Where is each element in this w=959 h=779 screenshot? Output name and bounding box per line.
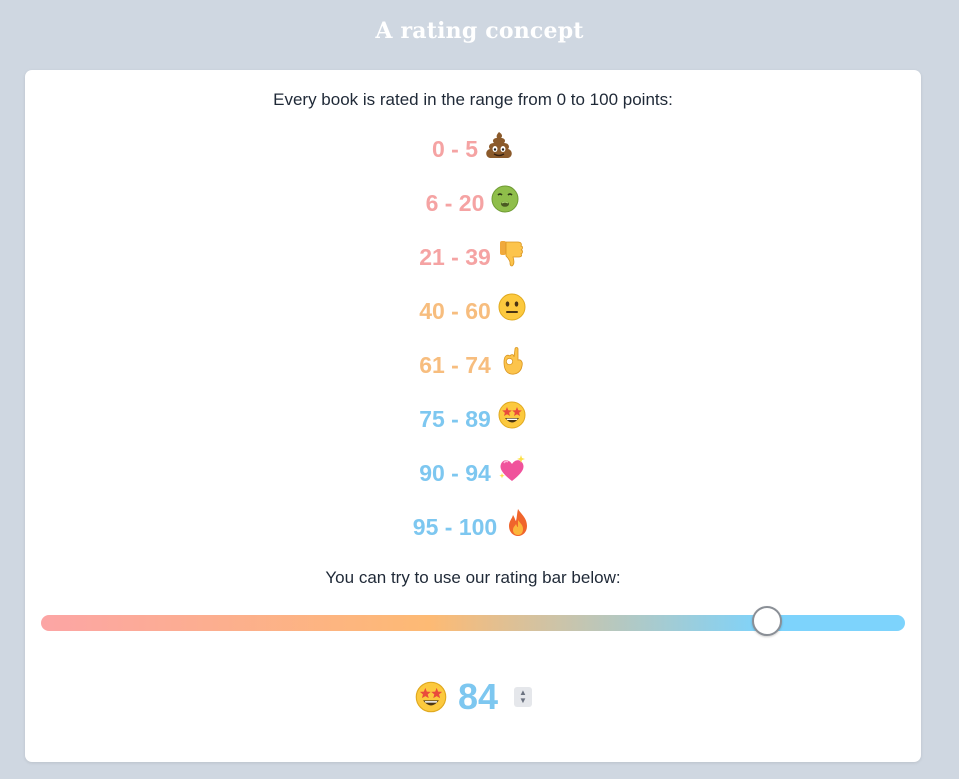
range-row-61-74: 61 - 74 — [25, 338, 921, 392]
neutral-face-icon — [497, 292, 527, 322]
range-label: 90 - 94 — [419, 459, 491, 486]
rating-value-row: 84 ▲ ▼ — [25, 672, 921, 722]
slider-thumb[interactable] — [751, 606, 782, 636]
range-row-40-60: 40 - 60 — [25, 284, 921, 338]
range-label: 0 - 5 — [431, 135, 479, 162]
range-row-0-5: 0 - 5 — [25, 122, 921, 176]
rating-card: Every book is rated in the range from 0 … — [25, 70, 921, 762]
rating-value[interactable]: 84 — [458, 676, 498, 718]
range-label: 6 - 20 — [425, 189, 485, 216]
rating-stepper[interactable]: ▲ ▼ — [514, 687, 533, 707]
thumbs-down-icon — [497, 238, 527, 268]
range-label: 40 - 60 — [419, 297, 491, 324]
try-text: You can try to use our rating bar below: — [325, 568, 621, 587]
rating-slider[interactable] — [41, 606, 905, 636]
range-label: 61 - 74 — [419, 351, 491, 378]
star-struck-icon — [497, 400, 527, 430]
range-label: 95 - 100 — [412, 513, 498, 540]
fire-icon — [503, 508, 533, 538]
range-row-6-20: 6 - 20 — [25, 176, 921, 230]
range-label: 21 - 39 — [419, 243, 491, 270]
chevron-down-icon[interactable]: ▼ — [519, 697, 527, 705]
intro-text: Every book is rated in the range from 0 … — [273, 90, 673, 109]
range-row-90-94: 90 - 94 — [25, 446, 921, 500]
range-row-95-100: 95 - 100 — [25, 500, 921, 554]
page-title: A rating concept — [375, 18, 584, 44]
sparkling-heart-icon — [497, 454, 527, 484]
nauseated-face-icon — [490, 184, 520, 214]
pile-of-poo-icon — [484, 130, 514, 160]
range-list: 0 - 5 6 - 20 21 - 39 40 - 60 61 - 74 75 … — [25, 122, 921, 554]
star-struck-icon — [414, 680, 448, 714]
range-row-75-89: 75 - 89 — [25, 392, 921, 446]
range-row-21-39: 21 - 39 — [25, 230, 921, 284]
range-label: 75 - 89 — [419, 405, 491, 432]
ok-hand-icon — [497, 346, 527, 376]
